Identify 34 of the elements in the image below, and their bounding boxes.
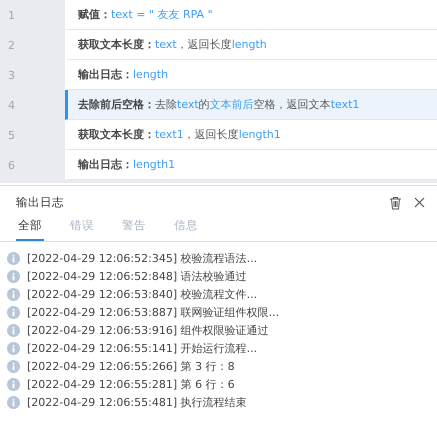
line-number: 2 [7,38,16,54]
step-card[interactable]: 获取文本长度：text1，返回长度length1 [65,120,437,150]
log-entry: [2022-04-29 12:06:55:141] 开始运行流程... [27,341,258,356]
panel-title: 输出日志 [16,195,65,210]
log-entry: [2022-04-29 12:06:55:266] 第 3 行：8 [27,359,235,374]
step-card[interactable]: 输出日志：length1 [65,150,437,180]
trash-icon[interactable] [389,196,402,210]
log-tab[interactable]: 全部 [16,218,44,241]
log-entry: [2022-04-29 12:06:55:281] 第 6 行：6 [27,377,235,392]
info-icon [7,378,20,391]
info-icon [7,342,20,355]
line-number: 4 [7,98,16,114]
info-icon [7,270,20,283]
log-entry: [2022-04-29 12:06:53:840] 校验流程文件... [27,287,258,302]
info-icon [7,324,20,337]
info-icon [7,306,20,319]
log-entry: [2022-04-29 12:06:52:848] 语法校验通过 [27,269,247,284]
step-card[interactable]: 赋值：text = " 友友 RPA " [65,0,437,30]
line-number: 6 [7,158,16,174]
info-icon [7,396,20,409]
step-card[interactable]: 获取文本长度：text，返回长度length [65,30,437,60]
line-number: 3 [7,68,16,84]
line-number: 1 [7,8,16,24]
line-number: 5 [7,128,16,144]
info-icon [7,288,20,301]
close-icon[interactable] [414,197,425,208]
info-icon [7,360,20,373]
step-card[interactable]: 输出日志：length [65,60,437,90]
log-entry: [2022-04-29 12:06:53:916] 组件权限验证通过 [27,323,269,338]
info-icon [7,252,20,265]
log-entry: [2022-04-29 12:06:55:481] 执行流程结束 [27,395,247,410]
log-entry: [2022-04-29 12:06:53:887] 联网验证组件权限... [27,305,280,320]
step-card[interactable]: 去除前后空格：去除text的文本前后空格，返回文本text1 [65,90,437,120]
log-entry: [2022-04-29 12:06:52:345] 校验流程语法... [27,251,258,266]
